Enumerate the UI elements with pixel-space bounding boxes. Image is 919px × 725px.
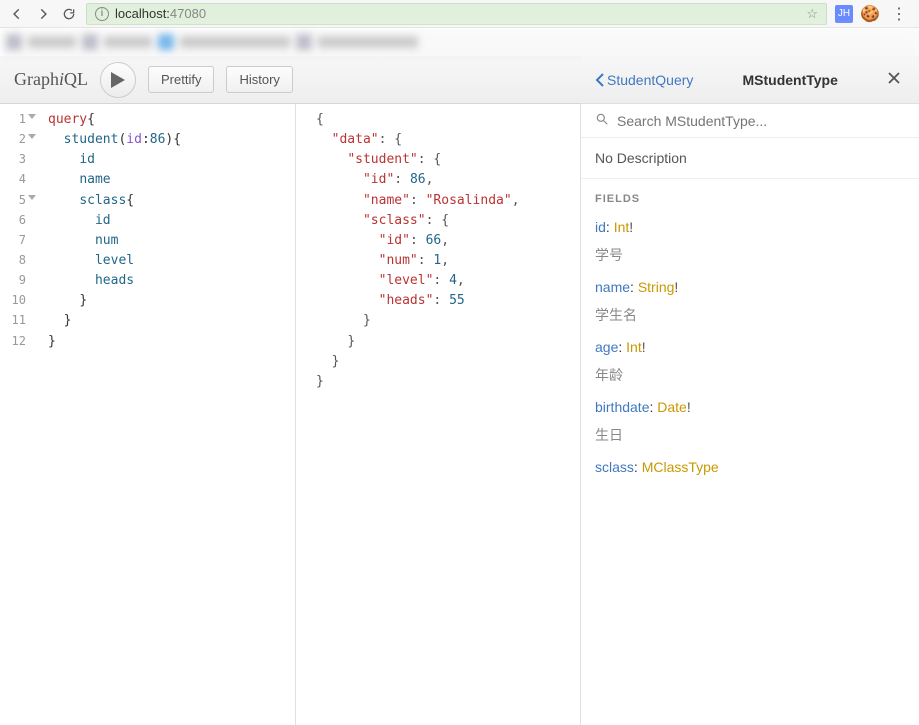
url-host: localhost:47080 (115, 6, 206, 21)
execute-button[interactable] (100, 62, 136, 98)
query-code[interactable]: query{ student(id:86){ id name sclass{ i… (32, 104, 181, 725)
reload-icon[interactable] (60, 5, 78, 23)
address-bar[interactable]: i localhost:47080 ☆ (86, 3, 827, 25)
chrome-menu-icon[interactable]: ⋮ (887, 4, 911, 24)
doc-title: MStudentType (693, 72, 887, 88)
field-id[interactable]: id: Int! (581, 213, 919, 241)
doc-explorer: StudentQuery MStudentType No Description… (581, 104, 919, 725)
site-info-icon[interactable]: i (95, 7, 109, 21)
main-split: 123456789101112 query{ student(id:86){ i… (0, 104, 919, 725)
close-icon[interactable] (887, 71, 905, 88)
back-icon[interactable] (8, 5, 26, 23)
fields-list: id: Int!学号name: String!学生名age: Int!年龄bir… (581, 213, 919, 481)
bookmarks-bar (0, 28, 919, 56)
query-editor[interactable]: 123456789101112 query{ student(id:86){ i… (0, 104, 296, 725)
graphiql-logo: GraphiQL (14, 69, 88, 90)
history-button[interactable]: History (226, 66, 292, 93)
doc-back-button[interactable]: StudentQuery (595, 72, 693, 88)
extension-jh-icon[interactable]: JH (835, 5, 853, 23)
search-icon (595, 112, 609, 129)
forward-icon[interactable] (34, 5, 52, 23)
bookmark-star-icon[interactable]: ☆ (806, 6, 818, 22)
result-pane: { "data": { "student": { "id": 86, "name… (296, 104, 581, 725)
field-desc-name: 学生名 (581, 301, 919, 333)
field-name[interactable]: name: String! (581, 273, 919, 301)
line-gutter: 123456789101112 (0, 104, 32, 725)
doc-search[interactable] (581, 104, 919, 138)
doc-header: StudentQuery MStudentType (581, 56, 919, 104)
doc-description: No Description (581, 138, 919, 179)
fields-heading: FIELDS (581, 179, 919, 213)
extension-cookie-icon[interactable]: 🍪 (861, 5, 879, 23)
doc-search-input[interactable] (617, 113, 905, 129)
field-desc-age: 年龄 (581, 361, 919, 393)
field-desc-birthdate: 生日 (581, 421, 919, 453)
result-json: { "data": { "student": { "id": 86, "name… (302, 110, 580, 392)
field-sclass[interactable]: sclass: MClassType (581, 453, 919, 481)
field-age[interactable]: age: Int! (581, 333, 919, 361)
browser-toolbar: i localhost:47080 ☆ JH 🍪 ⋮ (0, 0, 919, 28)
prettify-button[interactable]: Prettify (148, 66, 214, 93)
field-desc-id: 学号 (581, 241, 919, 273)
field-birthdate[interactable]: birthdate: Date! (581, 393, 919, 421)
